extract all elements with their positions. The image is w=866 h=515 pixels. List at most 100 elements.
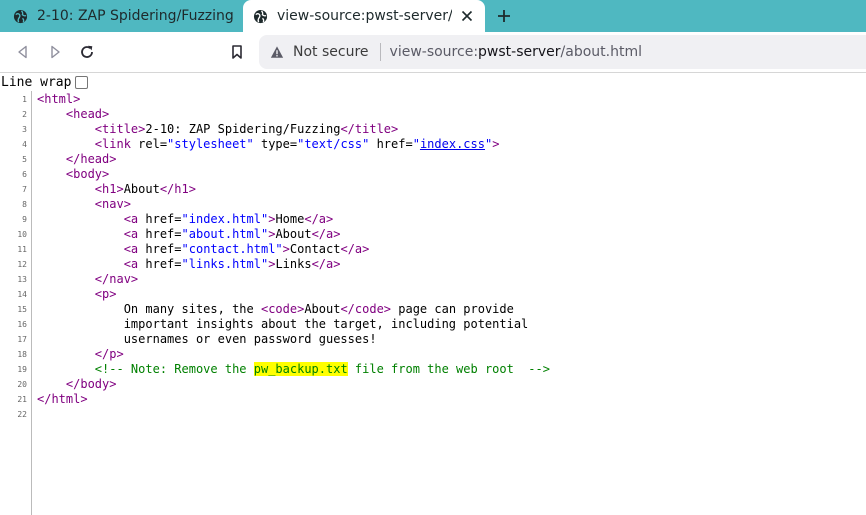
forward-button[interactable] (43, 40, 67, 64)
code-line: <title>2-10: ZAP Spidering/Fuzzing</titl… (37, 122, 398, 137)
line-number: 16 (17, 320, 27, 329)
reload-button[interactable] (75, 40, 99, 64)
html-comment: file from the web root --> (347, 362, 550, 376)
back-button[interactable] (11, 40, 35, 64)
tag: </a> (311, 257, 341, 271)
tag: </body> (65, 377, 117, 391)
warning-icon[interactable] (270, 45, 284, 59)
tag: </p> (94, 347, 124, 361)
code-line: <body> (37, 167, 109, 182)
tab-title: view-source:pwst-server/about.html (277, 8, 452, 24)
line-number: 3 (22, 125, 27, 134)
line-number: 7 (22, 185, 27, 194)
globe-icon (253, 9, 268, 23)
code-line: On many sites, the <code>About</code> pa… (37, 302, 514, 317)
code-line: <a href="index.html">Home</a> (37, 212, 334, 227)
line-number: 17 (17, 335, 27, 344)
stylesheet-link[interactable]: index.css (420, 137, 485, 151)
code-line: usernames or even password guesses! (37, 332, 377, 347)
code-line: <nav> (37, 197, 131, 212)
url-host: pwst-server (478, 44, 561, 60)
attribute-value: "contact.html" (181, 242, 283, 256)
line-number: 22 (17, 410, 27, 419)
address-bar[interactable]: Not secure view-source: pwst-server/about… (259, 35, 866, 69)
code-line: <a href="about.html">About</a> (37, 227, 341, 242)
attribute-name: href= (369, 137, 413, 151)
new-tab-button[interactable] (493, 5, 515, 27)
text-content: Contact (289, 242, 341, 256)
tag: <h1> (94, 182, 124, 196)
tag: </nav> (94, 272, 139, 286)
source-line: 22 (0, 407, 866, 422)
line-number: 8 (22, 200, 27, 209)
source-line: 6 <body> (0, 167, 866, 182)
tab-zap-spidering[interactable]: 2-10: ZAP Spidering/Fuzzing (0, 0, 243, 32)
attribute-name: href= (138, 242, 182, 256)
source-line: 2 <head> (0, 107, 866, 122)
forward-arrow-icon (51, 45, 60, 59)
line-number: 15 (17, 305, 27, 314)
code-line: </html> (37, 392, 88, 407)
tag: <title> (94, 122, 146, 136)
tag: <a (123, 257, 139, 271)
text-content: important insights about the target, inc… (37, 317, 529, 331)
line-number: 9 (22, 215, 27, 224)
attribute-quote: " (412, 137, 420, 151)
bookmark-icon (232, 45, 242, 59)
attribute-value: "index.html" (181, 212, 269, 226)
line-wrap-checkbox[interactable] (75, 76, 89, 89)
code-line: <link rel="stylesheet" type="text/css" h… (37, 137, 500, 152)
line-number: 18 (17, 350, 27, 359)
close-tab-button[interactable] (456, 5, 478, 27)
source-line: 9 <a href="index.html">Home</a> (0, 212, 866, 227)
attribute-name: href= (138, 227, 182, 241)
tab-view-source[interactable]: view-source:pwst-server/about.html (243, 0, 485, 32)
close-icon (461, 10, 473, 22)
code-line: <h1>About</h1> (37, 182, 196, 197)
code-line: </head> (37, 152, 117, 167)
tag: > (492, 137, 500, 151)
line-number: 6 (22, 170, 27, 179)
tag: <a (123, 212, 139, 226)
line-number: 10 (17, 230, 27, 239)
globe-icon (13, 9, 28, 23)
navigation-toolbar: Not secure view-source: pwst-server/about… (0, 32, 866, 72)
text-content: About (123, 182, 160, 196)
source-line: 14 <p> (0, 287, 866, 302)
tag: </a> (304, 212, 334, 226)
tag: </h1> (159, 182, 196, 196)
source-line: 16 important insights about the target, … (0, 317, 866, 332)
code-line: </p> (37, 347, 124, 362)
text-content: On many sites, the (37, 302, 261, 316)
source-line: 13 </nav> (0, 272, 866, 287)
tag: <code> (260, 302, 305, 316)
code-line: <!-- Note: Remove the pw_backup.txt file… (37, 362, 550, 377)
tag: </a> (311, 227, 341, 241)
tag: > (282, 242, 290, 256)
tab-title: 2-10: ZAP Spidering/Fuzzing (37, 8, 234, 24)
line-number: 14 (17, 290, 27, 299)
tag: <html> (37, 92, 81, 106)
tag: <nav> (94, 197, 131, 211)
tab-strip: 2-10: ZAP Spidering/Fuzzing view-source:… (0, 0, 866, 32)
code-line: <p> (37, 287, 117, 302)
tag: <p> (94, 287, 117, 301)
url-separator (379, 43, 381, 61)
code-line: <a href="links.html">Links</a> (37, 257, 341, 272)
bookmark-button[interactable] (225, 40, 249, 64)
attribute-value: "text/css" (297, 137, 370, 151)
security-label[interactable]: Not secure (293, 44, 369, 60)
plus-icon (498, 10, 510, 22)
source-line: 11 <a href="contact.html">Contact</a> (0, 242, 866, 257)
tag: </a> (340, 242, 370, 256)
attribute-name: type= (253, 137, 298, 151)
source-line: 1 <html> (0, 92, 866, 107)
reload-icon (81, 45, 93, 58)
